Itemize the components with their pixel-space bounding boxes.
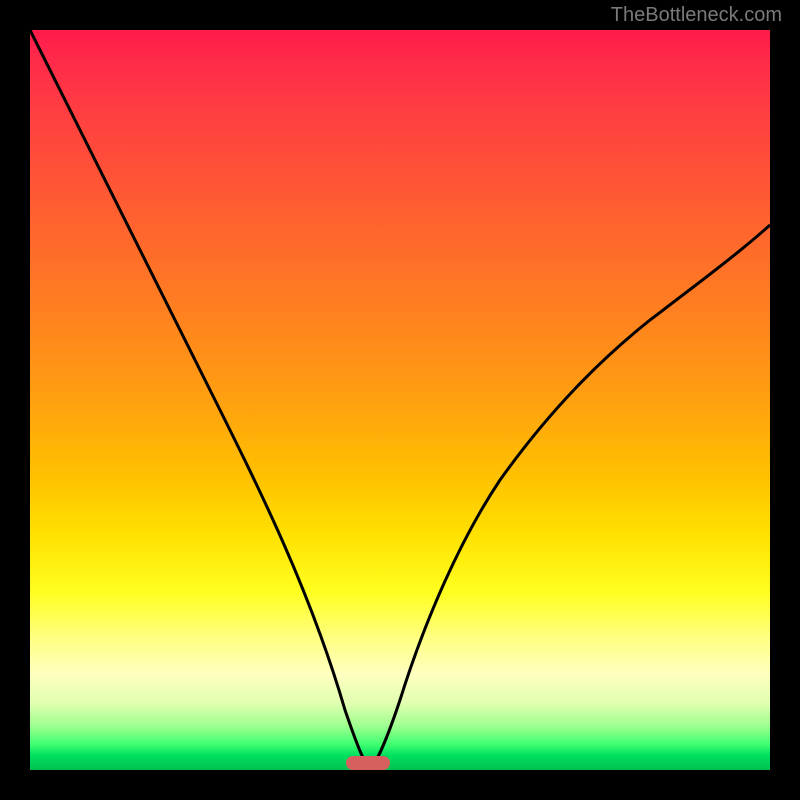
minimum-marker [346,756,390,770]
bottleneck-curve [30,30,770,768]
attribution-text: TheBottleneck.com [611,4,782,27]
curve-svg [30,30,770,770]
plot-area [30,30,770,770]
